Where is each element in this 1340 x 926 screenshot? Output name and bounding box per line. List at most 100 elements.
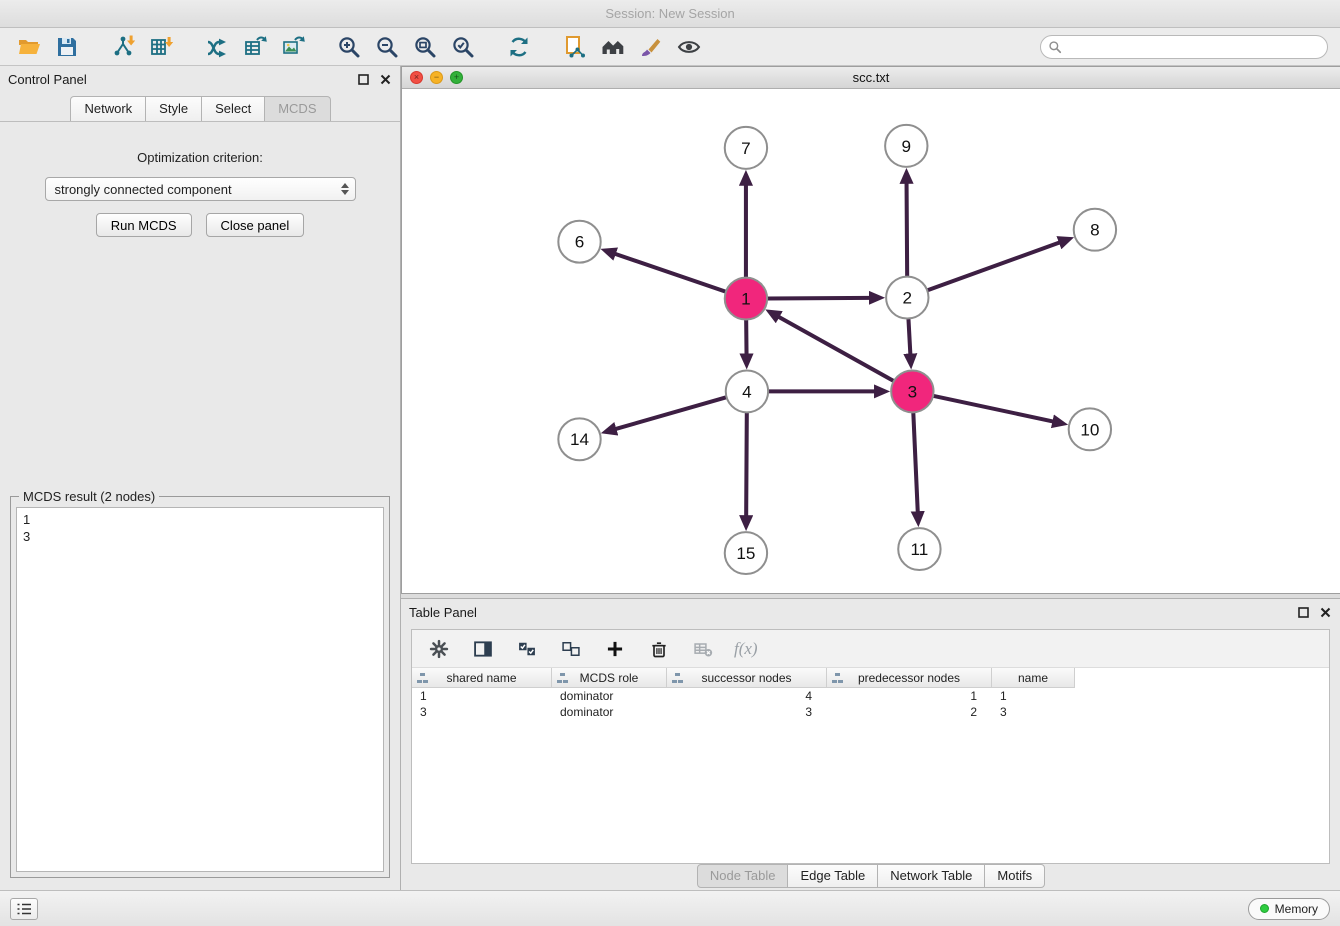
close-panel-icon[interactable] — [378, 72, 392, 86]
tab-select[interactable]: Select — [201, 96, 265, 121]
graph-node-9[interactable]: 9 — [885, 125, 927, 167]
delete-column-button[interactable] — [646, 636, 672, 662]
tab-motifs[interactable]: Motifs — [984, 864, 1045, 888]
export-table-button[interactable] — [238, 32, 272, 62]
import-table-button[interactable] — [144, 32, 178, 62]
graph-node-7[interactable]: 7 — [725, 127, 767, 169]
graph-node-label: 6 — [575, 233, 585, 252]
mcds-result-list[interactable]: 13 — [16, 507, 384, 872]
minimize-window-icon[interactable]: − — [430, 71, 443, 84]
tab-edge-table[interactable]: Edge Table — [787, 864, 878, 888]
graph-node-15[interactable]: 15 — [725, 532, 767, 574]
save-session-button[interactable] — [50, 32, 84, 62]
table-settings-button[interactable] — [426, 636, 452, 662]
maximize-window-icon[interactable]: + — [450, 71, 463, 84]
close-window-icon[interactable]: × — [410, 71, 423, 84]
gear-icon — [429, 639, 449, 659]
table-cell[interactable]: 3 — [667, 704, 827, 720]
list-icon — [16, 902, 32, 916]
select-all-button[interactable] — [514, 636, 540, 662]
graph-edge-3-11[interactable] — [913, 412, 917, 512]
export-network-button[interactable] — [558, 32, 592, 62]
add-column-button[interactable] — [602, 636, 628, 662]
show-columns-button[interactable] — [470, 636, 496, 662]
graph-node-label: 4 — [742, 382, 752, 401]
graph-node-11[interactable]: 11 — [898, 528, 940, 570]
open-session-button[interactable] — [12, 32, 46, 62]
zoom-selected-icon — [451, 35, 475, 59]
run-mcds-button[interactable]: Run MCDS — [96, 213, 192, 237]
graph-edge-3-10[interactable] — [933, 396, 1053, 422]
graph-node-4[interactable]: 4 — [726, 370, 768, 412]
close-panel-button[interactable]: Close panel — [206, 213, 305, 237]
graph-node-14[interactable]: 14 — [558, 418, 600, 460]
graph-node-2[interactable]: 2 — [886, 277, 928, 319]
graph-edge-1-2[interactable] — [767, 298, 870, 299]
main-toolbar — [0, 28, 1340, 66]
graph-edge-2-8[interactable] — [927, 242, 1060, 290]
graph-edge-2-9[interactable] — [907, 183, 908, 277]
zoom-selected-button[interactable] — [446, 32, 480, 62]
show-panels-button[interactable] — [10, 898, 38, 920]
search-input[interactable] — [1040, 35, 1328, 59]
graph-node-1[interactable]: 1 — [725, 278, 767, 320]
criterion-select[interactable]: strongly connected component — [45, 177, 356, 201]
network-home-button[interactable] — [596, 32, 630, 62]
table-cell[interactable]: dominator — [552, 704, 667, 720]
column-header-predecessor-nodes[interactable]: predecessor nodes — [827, 668, 992, 688]
table-panel: Table Panel — [401, 598, 1340, 890]
graph-edge-3-1[interactable] — [778, 317, 893, 381]
table-cell[interactable]: 4 — [667, 688, 827, 704]
zoom-out-button[interactable] — [370, 32, 404, 62]
column-header-successor-nodes[interactable]: successor nodes — [667, 668, 827, 688]
attribute-icon — [417, 673, 428, 683]
column-header-mcds-role[interactable]: MCDS role — [552, 668, 667, 688]
node-table-area: f(x) shared nameMCDS rolesuccessor nodes… — [411, 629, 1330, 864]
table-body[interactable]: 1dominator4113dominator323 — [412, 688, 1329, 863]
tab-network-table[interactable]: Network Table — [877, 864, 985, 888]
close-table-panel-icon[interactable] — [1318, 605, 1332, 619]
graph-node-8[interactable]: 8 — [1074, 209, 1116, 251]
table-cell[interactable]: dominator — [552, 688, 667, 704]
column-header-name[interactable]: name — [992, 668, 1075, 688]
tab-network[interactable]: Network — [70, 96, 146, 121]
deselect-all-icon — [561, 639, 581, 659]
graph-edge-2-3[interactable] — [908, 319, 910, 355]
table-cell[interactable]: 1 — [412, 688, 552, 704]
apply-layout-button[interactable] — [502, 32, 536, 62]
tab-node-table[interactable]: Node Table — [697, 864, 789, 888]
export-image-button[interactable] — [276, 32, 310, 62]
import-network-button[interactable] — [106, 32, 140, 62]
graph-edge-4-14[interactable] — [615, 397, 726, 429]
show-details-button[interactable] — [672, 32, 706, 62]
mcds-result-item: 3 — [23, 528, 377, 545]
tab-style[interactable]: Style — [145, 96, 202, 121]
table-cell[interactable]: 1 — [827, 688, 992, 704]
new-network-button[interactable] — [200, 32, 234, 62]
zoom-in-button[interactable] — [332, 32, 366, 62]
table-row[interactable]: 1dominator411 — [412, 688, 1329, 704]
deselect-all-button[interactable] — [558, 636, 584, 662]
delete-table-button — [690, 636, 716, 662]
column-header-shared-name[interactable]: shared name — [412, 668, 552, 688]
graph-node-label: 7 — [741, 139, 751, 158]
graph-edge-4-15[interactable] — [746, 412, 747, 516]
graph-node-6[interactable]: 6 — [558, 221, 600, 263]
float-table-panel-icon[interactable] — [1296, 605, 1310, 619]
network-canvas[interactable]: 7 9 6 8 1 2 4 3 14 10 15 11 — [402, 89, 1340, 593]
table-cell[interactable]: 2 — [827, 704, 992, 720]
table-cell[interactable]: 1 — [992, 688, 1075, 704]
tab-mcds[interactable]: MCDS — [264, 96, 330, 121]
save-icon — [55, 35, 79, 59]
zoom-fit-button[interactable] — [408, 32, 442, 62]
float-panel-icon[interactable] — [356, 72, 370, 86]
memory-button[interactable]: Memory — [1248, 898, 1330, 920]
graph-edge-1-6[interactable] — [615, 254, 726, 292]
table-row[interactable]: 3dominator323 — [412, 704, 1329, 720]
network-graph[interactable]: 7 9 6 8 1 2 4 3 14 10 15 11 — [402, 89, 1340, 593]
graph-node-3[interactable]: 3 — [891, 370, 933, 412]
table-cell[interactable]: 3 — [412, 704, 552, 720]
graph-node-10[interactable]: 10 — [1069, 408, 1111, 450]
table-cell[interactable]: 3 — [992, 704, 1075, 720]
style-button[interactable] — [634, 32, 668, 62]
